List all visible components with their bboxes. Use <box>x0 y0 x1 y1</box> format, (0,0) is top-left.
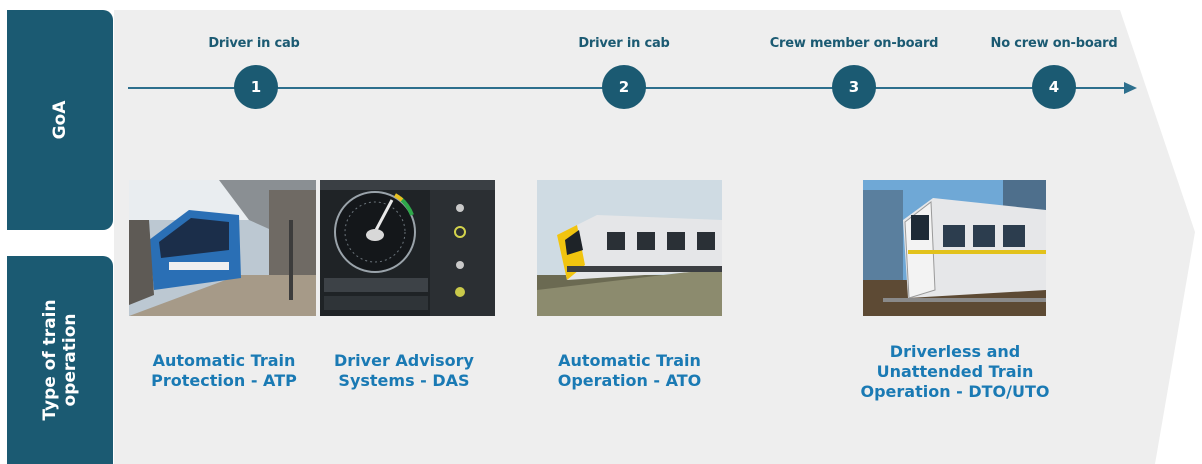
das-caption: Driver Advisory Systems - DAS <box>321 351 487 391</box>
timeline-arrowhead <box>1124 82 1137 94</box>
level-3-node: 3 <box>832 65 876 109</box>
ato-caption-line-1: Automatic Train <box>558 351 701 370</box>
dto-uto-caption-line-2: Unattended Train <box>876 362 1034 381</box>
das-caption-line-1: Driver Advisory <box>334 351 474 370</box>
level-2-node: 2 <box>602 65 646 109</box>
level-4-node: 4 <box>1032 65 1076 109</box>
atp-train-photo <box>129 180 316 316</box>
dto-uto-train-photo <box>863 180 1046 316</box>
dto-uto-caption: Driverless and Unattended Train Operatio… <box>835 342 1075 402</box>
atp-caption-line-2: Protection - ATP <box>151 371 297 390</box>
das-caption-line-2: Systems - DAS <box>338 371 470 390</box>
atp-caption: Automatic Train Protection - ATP <box>140 351 308 391</box>
ato-caption-line-2: Operation - ATO <box>557 371 702 390</box>
atp-caption-line-1: Automatic Train <box>152 351 296 370</box>
level-2-label: Driver in cab <box>578 36 670 51</box>
level-3-label: Crew member on-board <box>769 36 939 51</box>
ato-caption: Automatic Train Operation - ATO <box>537 351 722 391</box>
level-4-label: No crew on-board <box>990 36 1118 51</box>
dto-uto-caption-line-1: Driverless and <box>889 342 1021 361</box>
dto-uto-caption-line-3: Operation - DTO/UTO <box>860 382 1050 401</box>
level-1-node: 1 <box>234 65 278 109</box>
level-1-label: Driver in cab <box>208 36 300 51</box>
ato-train-photo <box>537 180 722 316</box>
das-display-photo <box>320 180 495 316</box>
